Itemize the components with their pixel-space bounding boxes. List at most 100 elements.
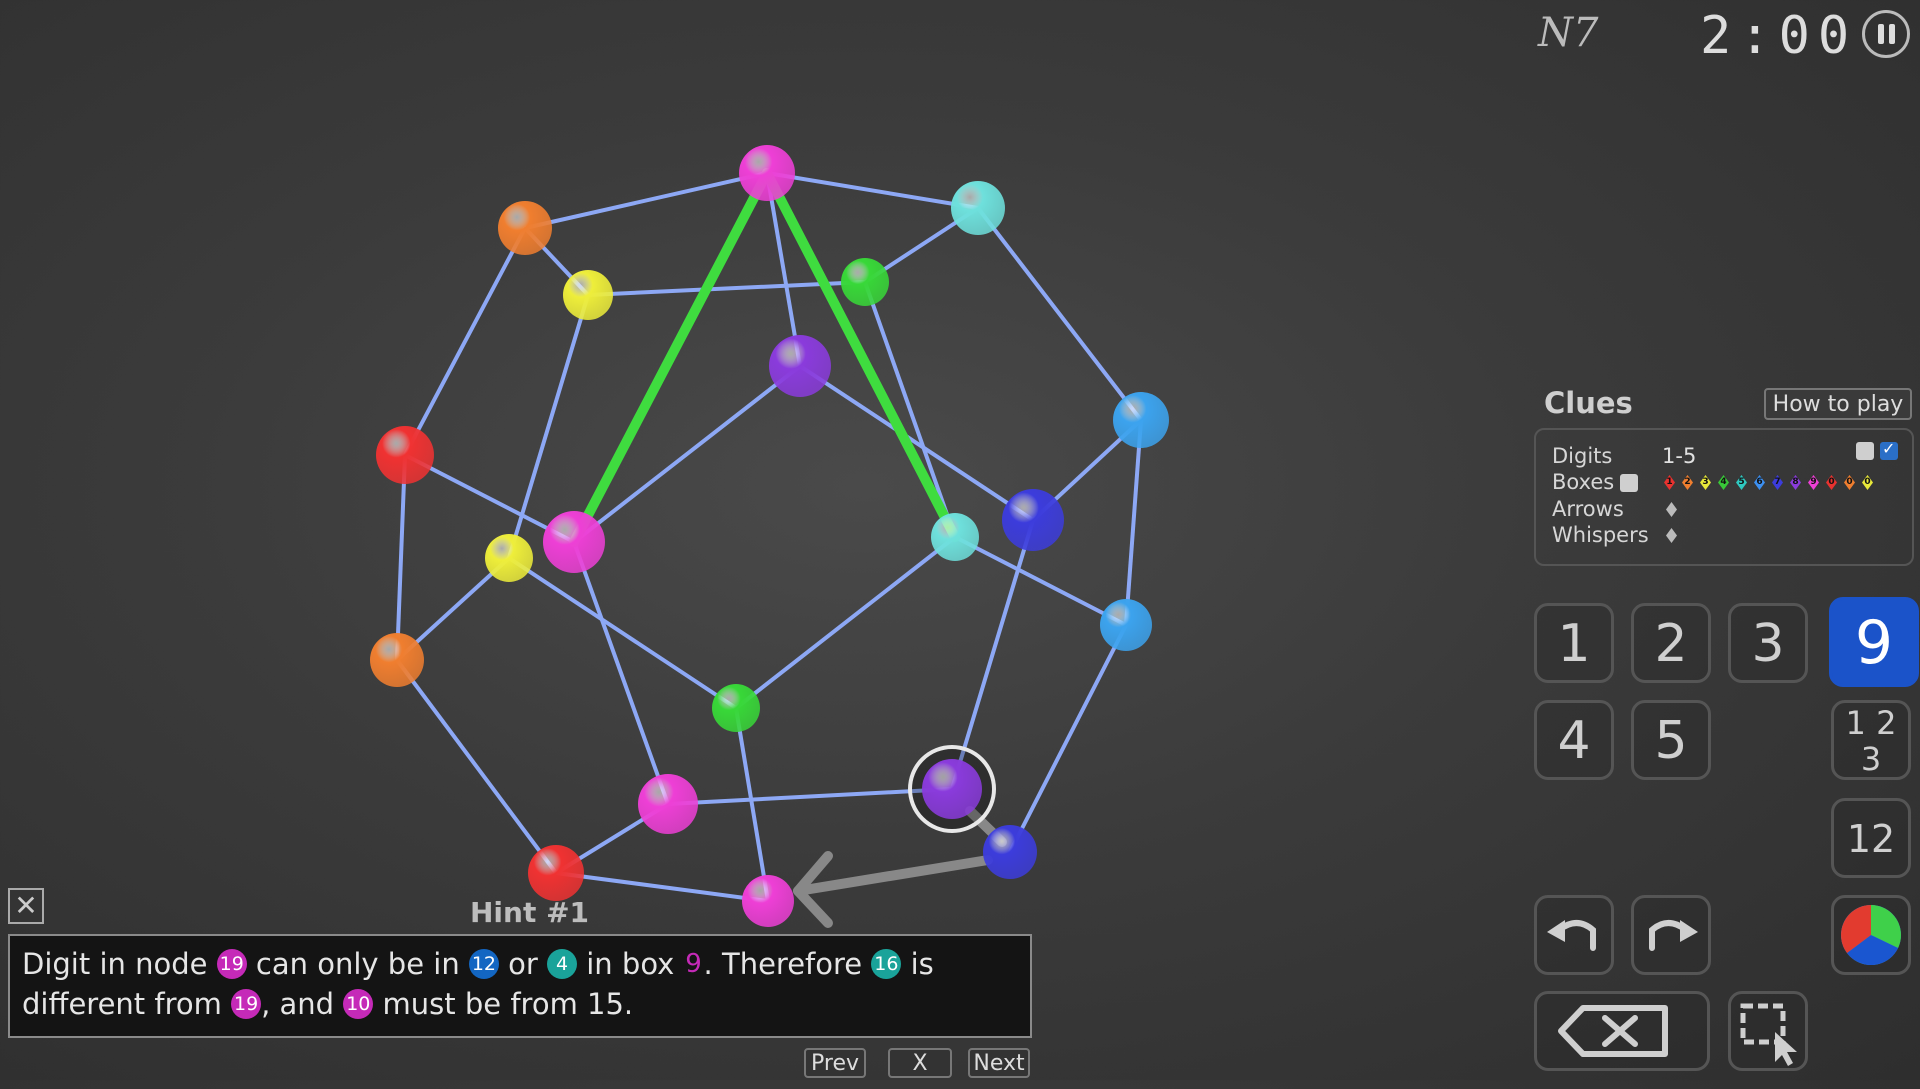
box-swatch-icon: 0 (1862, 475, 1873, 490)
graph-edge (1124, 419, 1143, 626)
graph-edge (395, 454, 407, 661)
hint-text: or (498, 947, 548, 981)
graph-node-n12[interactable] (485, 534, 533, 582)
graph-node-n17[interactable] (638, 774, 698, 834)
box-swatch-icon: 0 (1844, 475, 1855, 490)
graph-node-n4[interactable] (563, 270, 613, 320)
node-token: 12 (468, 949, 499, 979)
graph-node-n11[interactable] (931, 513, 979, 561)
node-token: 19 (231, 989, 262, 1019)
graph-node-n9[interactable] (1002, 489, 1064, 551)
graph-edge (1008, 624, 1128, 853)
how-to-play-button[interactable]: How to play (1764, 388, 1912, 420)
boxes-checkbox[interactable] (1620, 474, 1638, 492)
graph-edge (976, 206, 1143, 422)
key-9-active[interactable]: 9 (1829, 597, 1919, 687)
graph-edge (507, 556, 738, 710)
key-3[interactable]: 3 (1728, 603, 1808, 683)
key-4[interactable]: 4 (1534, 700, 1614, 780)
clue-digits-value: 1-5 (1662, 444, 1697, 468)
graph-node-n3[interactable] (951, 181, 1005, 235)
graph-node-n1[interactable] (739, 145, 795, 201)
hint-prev-button[interactable]: Prev (804, 1048, 866, 1078)
graph-edge (572, 541, 670, 805)
box-swatch-icon: 2 (1682, 475, 1693, 490)
graph-edge (798, 364, 1035, 522)
color-mode-button[interactable] (1831, 895, 1911, 975)
graph-edge (954, 535, 1127, 627)
color-wheel-icon (1841, 905, 1901, 965)
hint-text: , and (261, 987, 344, 1021)
key-2[interactable]: 2 (1631, 603, 1711, 683)
box-token: 9 (685, 949, 702, 979)
graph-edge (766, 171, 979, 210)
box-swatch-icon: 1 (1664, 475, 1675, 490)
box-swatch-icon: 4 (1718, 475, 1729, 490)
hint-text: in box (577, 947, 684, 981)
close-hint-icon[interactable]: ✕ (8, 888, 44, 924)
timer: 2:00 (1700, 6, 1858, 66)
hint-text: Digit in node (22, 947, 217, 981)
graph-node-n14[interactable] (370, 633, 424, 687)
graph-node-n10[interactable] (543, 511, 605, 573)
graph-node-n13[interactable] (1100, 599, 1152, 651)
hint-text-box: Digit in node 19 can only be in 12 or 4 … (8, 934, 1032, 1038)
graph-node-n18[interactable] (983, 825, 1037, 879)
box-swatch-icon: 7 (1772, 475, 1783, 490)
graph-node-n15[interactable] (712, 684, 760, 732)
box-swatch-icon: 5 (1736, 475, 1747, 490)
clue-arrows-label: Arrows (1552, 497, 1624, 521)
select-mode-button[interactable] (1728, 991, 1808, 1071)
hint-next-button[interactable]: Next (968, 1048, 1030, 1078)
clue-toggle-on-checkbox[interactable] (1880, 439, 1898, 460)
key-5[interactable]: 5 (1631, 700, 1711, 780)
box-swatch-icon: 0 (1826, 475, 1837, 490)
delete-button[interactable] (1534, 991, 1710, 1071)
graph-node-n6[interactable] (769, 335, 831, 397)
highlighted-edge (569, 168, 772, 547)
redo-icon (1649, 920, 1698, 951)
arrows-swatch-icon (1666, 502, 1677, 517)
clue-whispers-label: Whispers (1552, 523, 1649, 547)
hint-text: . Therefore (703, 947, 872, 981)
graph-node-n2[interactable] (498, 201, 552, 255)
box-swatch-icon: 9 (1808, 475, 1819, 490)
hint-text: must be from 15. (373, 987, 634, 1021)
clues-title: Clues (1544, 386, 1633, 420)
node-token: 4 (547, 949, 578, 979)
redo-button[interactable] (1631, 895, 1711, 975)
hint-close-button[interactable]: X (888, 1048, 952, 1078)
hint-text: can only be in (246, 947, 469, 981)
undo-icon (1547, 920, 1596, 951)
pencil-mark-mode-button[interactable]: 1 2 3 (1831, 700, 1911, 780)
graph-node-n16[interactable] (922, 759, 982, 819)
graph-edge (734, 707, 770, 902)
graph-nodes[interactable] (370, 145, 1169, 927)
graph-edge (395, 658, 558, 875)
node-token: 10 (343, 989, 374, 1019)
undo-button[interactable] (1534, 895, 1614, 975)
graph-node-n5[interactable] (841, 258, 889, 306)
key-1[interactable]: 1 (1534, 603, 1614, 683)
graph-edge (572, 364, 802, 544)
graph-node-n8[interactable] (1113, 392, 1169, 448)
clue-toggle-off-checkbox[interactable] (1856, 442, 1874, 460)
graph-node-n19[interactable] (528, 845, 584, 901)
whispers-swatch-icon (1666, 528, 1677, 543)
graph-node-n20[interactable] (742, 875, 794, 927)
pair-mode-button[interactable]: 12 (1831, 798, 1911, 878)
pause-button[interactable] (1862, 10, 1910, 58)
graph-edge (524, 171, 768, 230)
box-swatch-icon: 3 (1700, 475, 1711, 490)
selection-cursor-icon (1740, 1003, 1797, 1066)
graph-edge (403, 227, 527, 456)
hint-title: Hint #1 (470, 896, 590, 929)
level-label: N7 (1538, 10, 1599, 56)
clue-digits-label: Digits (1552, 444, 1613, 468)
node-token: 19 (216, 949, 247, 979)
box-swatch-icon: 8 (1790, 475, 1801, 490)
backspace-icon (1558, 1005, 1668, 1057)
graph-node-n7[interactable] (376, 426, 434, 484)
clue-boxes-label: Boxes (1552, 470, 1615, 494)
graph-edge (734, 535, 957, 710)
